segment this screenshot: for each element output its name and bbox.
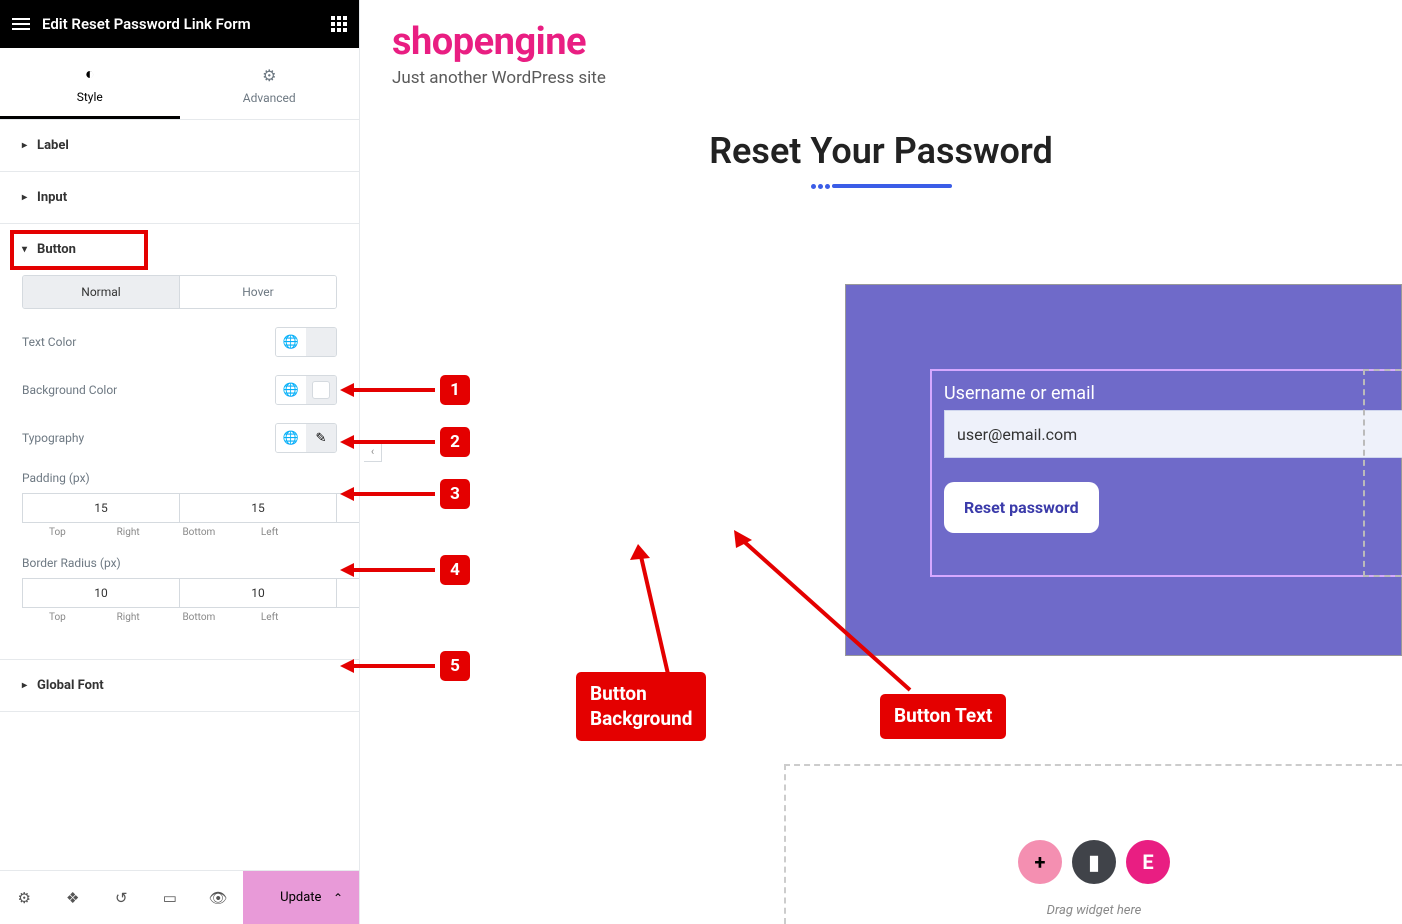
panel-footer: ⚙ ❖ ↺ ▭ 👁 Update ⌃ <box>0 870 359 924</box>
padding-right[interactable] <box>180 493 337 523</box>
preview-canvas: shopengine Just another WordPress site R… <box>360 0 1402 924</box>
caret-down-icon: ▾ <box>22 244 27 255</box>
history-icon[interactable]: ↺ <box>97 871 146 924</box>
section-input[interactable]: ▸ Input <box>0 172 359 223</box>
heading-divider <box>360 184 1402 189</box>
reset-password-button[interactable]: Reset password <box>944 482 1099 533</box>
add-section-button[interactable]: + <box>1018 840 1062 884</box>
panel-header: Edit Reset Password Link Form <box>0 0 359 48</box>
shopengine-button[interactable]: E <box>1126 840 1170 884</box>
callout-1: 1 <box>440 375 470 405</box>
radius-top[interactable] <box>22 578 180 608</box>
radius-bottom[interactable] <box>337 578 359 608</box>
email-input[interactable] <box>944 410 1402 458</box>
editor-sidebar: Edit Reset Password Link Form ◐ Style ⚙ … <box>0 0 360 924</box>
globe-icon[interactable]: 🌐 <box>276 424 306 452</box>
dashed-placeholder <box>1363 369 1401 577</box>
toggle-hover[interactable]: Hover <box>180 276 336 308</box>
label-text-color: Text Color <box>22 335 76 349</box>
page-heading: Reset Your Password <box>360 130 1402 172</box>
callout-button-text: Button Text <box>880 694 1006 739</box>
settings-icon[interactable]: ⚙ <box>0 871 49 924</box>
caret-right-icon: ▸ <box>22 140 27 151</box>
tab-advanced[interactable]: ⚙ Advanced <box>180 48 360 119</box>
panel-tabs: ◐ Style ⚙ Advanced <box>0 48 359 120</box>
gear-icon: ⚙ <box>262 66 276 85</box>
state-toggle: Normal Hover <box>22 275 337 309</box>
caret-right-icon: ▸ <box>22 192 27 203</box>
responsive-icon[interactable]: ▭ <box>146 871 195 924</box>
menu-icon[interactable] <box>12 18 30 30</box>
callout-5: 5 <box>440 651 470 681</box>
callout-button-bg: Button Background <box>576 672 706 741</box>
label-radius: Border Radius (px) <box>22 556 337 570</box>
site-title[interactable]: shopengine <box>392 20 1402 64</box>
text-color-swatch[interactable] <box>306 328 336 356</box>
pencil-icon[interactable]: ✎ <box>306 424 336 452</box>
update-button[interactable]: Update ⌃ <box>243 871 359 924</box>
section-button[interactable]: ▾ Button <box>0 224 359 275</box>
preview-icon[interactable]: 👁 <box>194 871 243 924</box>
globe-icon[interactable]: 🌐 <box>276 376 306 404</box>
section-label[interactable]: ▸ Label <box>0 120 359 171</box>
callout-3: 3 <box>440 479 470 509</box>
callout-4: 4 <box>440 555 470 585</box>
toggle-normal[interactable]: Normal <box>23 276 180 308</box>
caret-right-icon: ▸ <box>22 680 27 691</box>
label-typography: Typography <box>22 431 84 445</box>
tab-style[interactable]: ◐ Style <box>0 48 180 119</box>
drag-hint: Drag widget here <box>1047 903 1142 918</box>
reset-form: Username or email Reset password <box>930 369 1402 577</box>
input-label: Username or email <box>944 383 1402 404</box>
panel-title: Edit Reset Password Link Form <box>42 15 251 33</box>
template-button[interactable]: ▮ <box>1072 840 1116 884</box>
navigator-icon[interactable]: ❖ <box>49 871 98 924</box>
globe-icon[interactable]: 🌐 <box>276 328 306 356</box>
section-global-font[interactable]: ▸ Global Font <box>0 660 359 711</box>
caret-up-icon: ⌃ <box>333 891 343 905</box>
section-list: ▸ Label ▸ Input ▾ Button Normal Hover <box>0 120 359 870</box>
site-tagline: Just another WordPress site <box>392 68 1402 88</box>
label-bg-color: Background Color <box>22 383 117 397</box>
widgets-grid-icon[interactable] <box>331 16 347 32</box>
half-circle-icon: ◐ <box>85 64 95 84</box>
radius-right[interactable] <box>180 578 337 608</box>
drop-zone[interactable]: + ▮ E Drag widget here <box>784 764 1402 924</box>
callout-2: 2 <box>440 427 470 457</box>
label-padding: Padding (px) <box>22 471 337 485</box>
padding-top[interactable] <box>22 493 180 523</box>
bg-color-swatch[interactable] <box>306 376 336 404</box>
